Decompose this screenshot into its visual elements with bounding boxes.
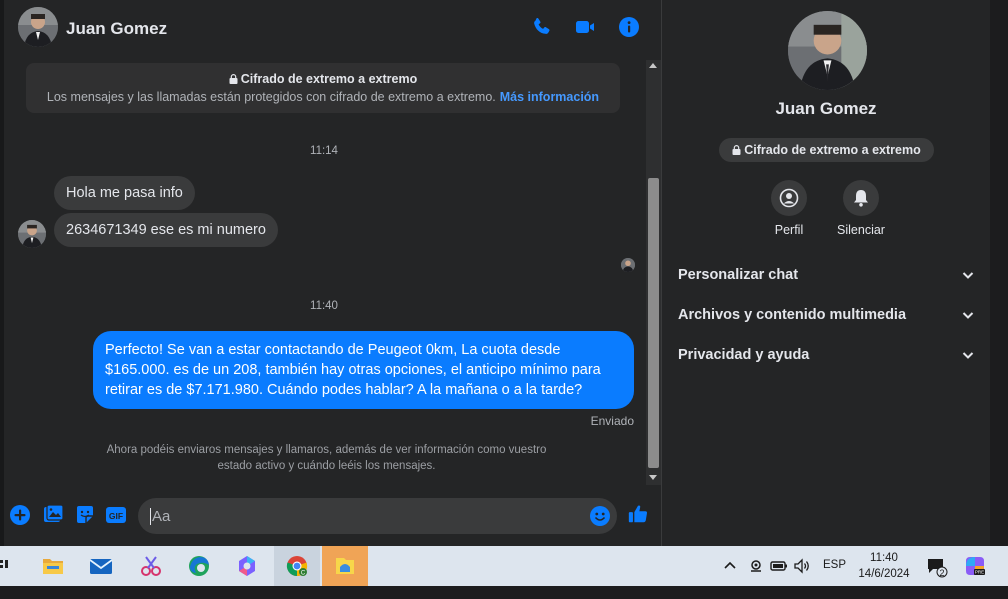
scroll-down-arrow[interactable] bbox=[649, 475, 657, 480]
incoming-message[interactable]: 2634671349 ese es mi numero bbox=[54, 213, 278, 247]
info-icon[interactable] bbox=[617, 15, 641, 39]
plus-icon[interactable] bbox=[9, 504, 31, 526]
bell-icon[interactable] bbox=[843, 180, 879, 216]
scroll-thumb[interactable] bbox=[648, 178, 659, 468]
system-clock[interactable]: 11:40 14/6/2024 bbox=[855, 550, 913, 582]
more-info-link[interactable]: Más información bbox=[500, 90, 599, 104]
conversation-info-panel: Juan Gomez Cifrado de extremo a extremo … bbox=[662, 0, 990, 546]
lock-icon bbox=[732, 139, 741, 155]
edge-icon[interactable] bbox=[176, 546, 222, 586]
outgoing-message[interactable]: Perfecto! Se van a estar contactando de … bbox=[93, 331, 634, 409]
copilot-icon[interactable] bbox=[224, 546, 270, 586]
profile-avatar-large[interactable] bbox=[788, 11, 867, 90]
section-label: Privacidad y ayuda bbox=[678, 347, 810, 363]
gif-icon-label: GIF bbox=[109, 511, 123, 521]
profile-name: Juan Gomez bbox=[775, 99, 877, 118]
folder-app-icon[interactable] bbox=[322, 546, 368, 586]
encryption-banner-text-row: Los mensajes y las llamadas están proteg… bbox=[26, 90, 620, 104]
chevron-down-icon[interactable] bbox=[960, 347, 976, 363]
like-icon[interactable] bbox=[627, 503, 651, 527]
section-label: Personalizar chat bbox=[678, 267, 799, 283]
chevron-up-icon[interactable] bbox=[721, 557, 739, 575]
language-indicator[interactable]: ESP bbox=[823, 559, 846, 599]
chat-scrollbar[interactable] bbox=[646, 60, 661, 485]
chrome-profile-badge: C bbox=[301, 570, 306, 576]
encryption-banner: Cifrado de extremo a extremo Los mensaje… bbox=[26, 63, 620, 113]
chevron-down-icon[interactable] bbox=[960, 307, 976, 323]
encryption-pill[interactable]: Cifrado de extremo a extremo bbox=[719, 138, 934, 162]
pre-badge: PRE bbox=[975, 570, 984, 575]
chat-header: Juan Gomez bbox=[4, 0, 661, 56]
lock-icon bbox=[229, 73, 238, 84]
notification-count: 2 bbox=[939, 568, 945, 578]
encryption-banner-text: Los mensajes y las llamadas están proteg… bbox=[46, 90, 496, 104]
location-icon[interactable] bbox=[747, 557, 765, 575]
emoji-icon[interactable] bbox=[589, 505, 611, 527]
copilot-pre-icon[interactable]: PRE bbox=[964, 555, 986, 577]
file-explorer-icon[interactable] bbox=[30, 546, 76, 586]
volume-icon[interactable] bbox=[793, 557, 811, 575]
contact-name[interactable]: Juan Gomez bbox=[66, 19, 167, 39]
snipping-tool-icon[interactable] bbox=[128, 546, 174, 586]
phone-icon[interactable] bbox=[530, 15, 554, 39]
timestamp: 11:14 bbox=[310, 145, 338, 157]
message-composer: GIF Aa bbox=[4, 494, 661, 538]
sticker-icon[interactable] bbox=[74, 504, 96, 526]
profile-action[interactable]: Perfil bbox=[749, 180, 829, 237]
profile-action-label: Perfil bbox=[774, 223, 804, 237]
mute-action[interactable]: Silenciar bbox=[821, 180, 901, 237]
mail-icon[interactable] bbox=[78, 546, 124, 586]
timestamp: 11:40 bbox=[310, 300, 338, 312]
message-input-placeholder: Aa bbox=[152, 508, 171, 525]
incoming-message[interactable]: Hola me pasa info bbox=[54, 176, 195, 210]
section-label: Archivos y contenido multimedia bbox=[678, 307, 907, 323]
profile-icon[interactable] bbox=[771, 180, 807, 216]
encryption-banner-title-row: Cifrado de extremo a extremo bbox=[26, 72, 620, 86]
chevron-down-icon[interactable] bbox=[960, 267, 976, 283]
section-files-media[interactable]: Archivos y contenido multimedia bbox=[678, 304, 976, 328]
section-customize-chat[interactable]: Personalizar chat bbox=[678, 264, 976, 288]
gif-icon[interactable]: GIF bbox=[105, 504, 127, 526]
encryption-banner-title: Cifrado de extremo a extremo bbox=[240, 72, 418, 86]
mute-action-label: Silenciar bbox=[837, 223, 885, 237]
clock-time: 11:40 bbox=[870, 552, 898, 564]
message-input[interactable]: Aa bbox=[138, 498, 617, 534]
read-receipt-avatar bbox=[621, 258, 635, 272]
connection-notice: Ahora podéis enviaros mensajes y llamaro… bbox=[106, 444, 547, 472]
image-icon[interactable] bbox=[42, 504, 64, 526]
encryption-pill-label: Cifrado de extremo a extremo bbox=[744, 143, 921, 157]
messenger-window: Juan Gomez Cifrado de extremo a extremo … bbox=[0, 0, 1008, 546]
window-edge bbox=[990, 0, 1008, 546]
sender-avatar[interactable] bbox=[18, 220, 46, 248]
message-status: Enviado bbox=[590, 414, 634, 428]
scroll-up-arrow[interactable] bbox=[649, 63, 657, 68]
contact-avatar[interactable] bbox=[18, 7, 58, 47]
battery-icon[interactable] bbox=[770, 557, 788, 575]
video-camera-icon[interactable] bbox=[573, 15, 597, 39]
windows-taskbar: C ESP 11:40 14/6/2024 2 PRE bbox=[0, 546, 1008, 586]
text-caret bbox=[150, 508, 151, 525]
chrome-icon[interactable]: C bbox=[274, 546, 320, 586]
clock-date: 14/6/2024 bbox=[858, 568, 910, 580]
chat-pane: Juan Gomez Cifrado de extremo a extremo … bbox=[4, 0, 661, 546]
section-privacy-help[interactable]: Privacidad y ayuda bbox=[678, 344, 976, 368]
widgets-edge-icon[interactable] bbox=[0, 557, 10, 575]
